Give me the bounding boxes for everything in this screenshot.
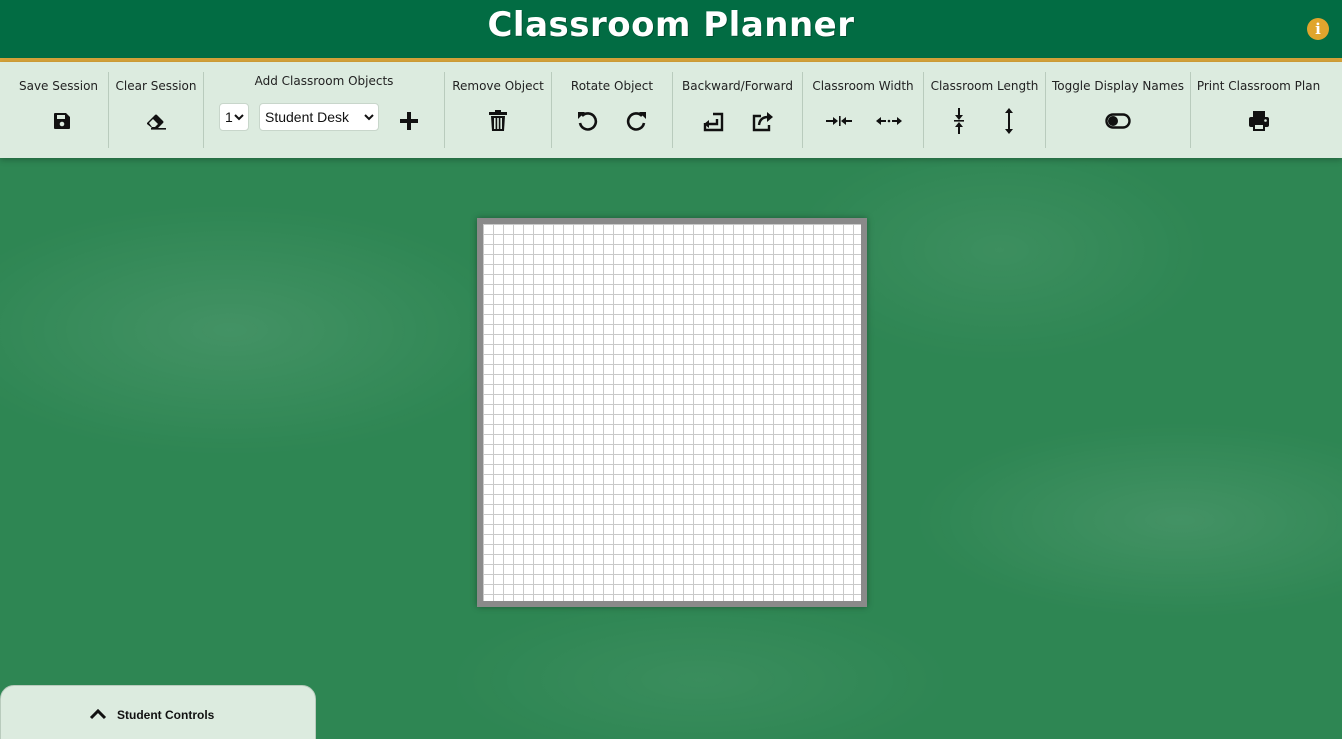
chevron-down-icon xyxy=(364,114,374,121)
app-header: Classroom Planner i xyxy=(0,0,1342,62)
save-session-group: Save Session xyxy=(17,72,109,148)
compress-length-icon[interactable] xyxy=(942,106,976,136)
classroom-canvas-frame xyxy=(477,218,867,607)
object-type-value: Student Desk xyxy=(265,109,350,125)
classroom-length-group: Classroom Length xyxy=(924,72,1046,148)
backward-forward-label: Backward/Forward xyxy=(682,79,793,93)
expand-length-icon[interactable] xyxy=(992,106,1026,136)
expand-width-icon[interactable] xyxy=(872,106,906,136)
rotate-object-group: Rotate Object xyxy=(552,72,673,148)
app-title: Classroom Planner xyxy=(487,5,855,45)
rotate-object-label: Rotate Object xyxy=(570,79,654,93)
student-controls-toggle[interactable]: Student Controls xyxy=(0,685,316,739)
info-icon[interactable]: i xyxy=(1307,18,1329,40)
compress-width-icon[interactable] xyxy=(822,106,856,136)
object-type-select[interactable]: Student Desk xyxy=(259,103,379,131)
save-session-label: Save Session xyxy=(18,79,99,93)
classroom-width-label: Classroom Width xyxy=(812,79,914,93)
toolbar: Save Session Clear Session Add Classroom… xyxy=(0,62,1342,158)
classroom-width-group: Classroom Width xyxy=(803,72,924,148)
remove-object-group: Remove Object xyxy=(445,72,552,148)
backward-forward-group: Backward/Forward xyxy=(673,72,803,148)
classroom-length-label: Classroom Length xyxy=(930,79,1039,93)
trash-icon[interactable] xyxy=(481,106,515,136)
remove-object-label: Remove Object xyxy=(452,79,544,93)
send-backward-icon[interactable] xyxy=(696,106,730,136)
classroom-grid-canvas[interactable] xyxy=(483,224,861,601)
quantity-value: 1 xyxy=(225,109,233,125)
clear-session-group: Clear Session xyxy=(109,72,204,148)
toggle-names-label: Toggle Display Names xyxy=(1051,79,1185,93)
quantity-select[interactable]: 1 xyxy=(219,103,249,131)
print-plan-label: Print Classroom Plan xyxy=(1196,79,1321,93)
printer-icon[interactable] xyxy=(1242,106,1276,136)
rotate-left-icon[interactable] xyxy=(570,106,604,136)
plus-icon[interactable] xyxy=(392,106,426,136)
eraser-icon[interactable] xyxy=(139,106,173,136)
toggle-names-group: Toggle Display Names xyxy=(1046,72,1191,148)
add-objects-label: Add Classroom Objects xyxy=(254,74,394,88)
rotate-right-icon[interactable] xyxy=(620,106,654,136)
add-objects-group: Add Classroom Objects 1 Student Desk xyxy=(204,72,445,148)
chevron-down-icon xyxy=(234,114,244,121)
floppy-disk-icon[interactable] xyxy=(45,106,79,136)
bring-forward-icon[interactable] xyxy=(746,106,780,136)
toggle-icon[interactable] xyxy=(1101,106,1135,136)
clear-session-label: Clear Session xyxy=(115,79,197,93)
chevron-up-icon xyxy=(89,708,107,720)
print-plan-group: Print Classroom Plan xyxy=(1191,72,1326,148)
student-controls-label: Student Controls xyxy=(117,708,215,722)
